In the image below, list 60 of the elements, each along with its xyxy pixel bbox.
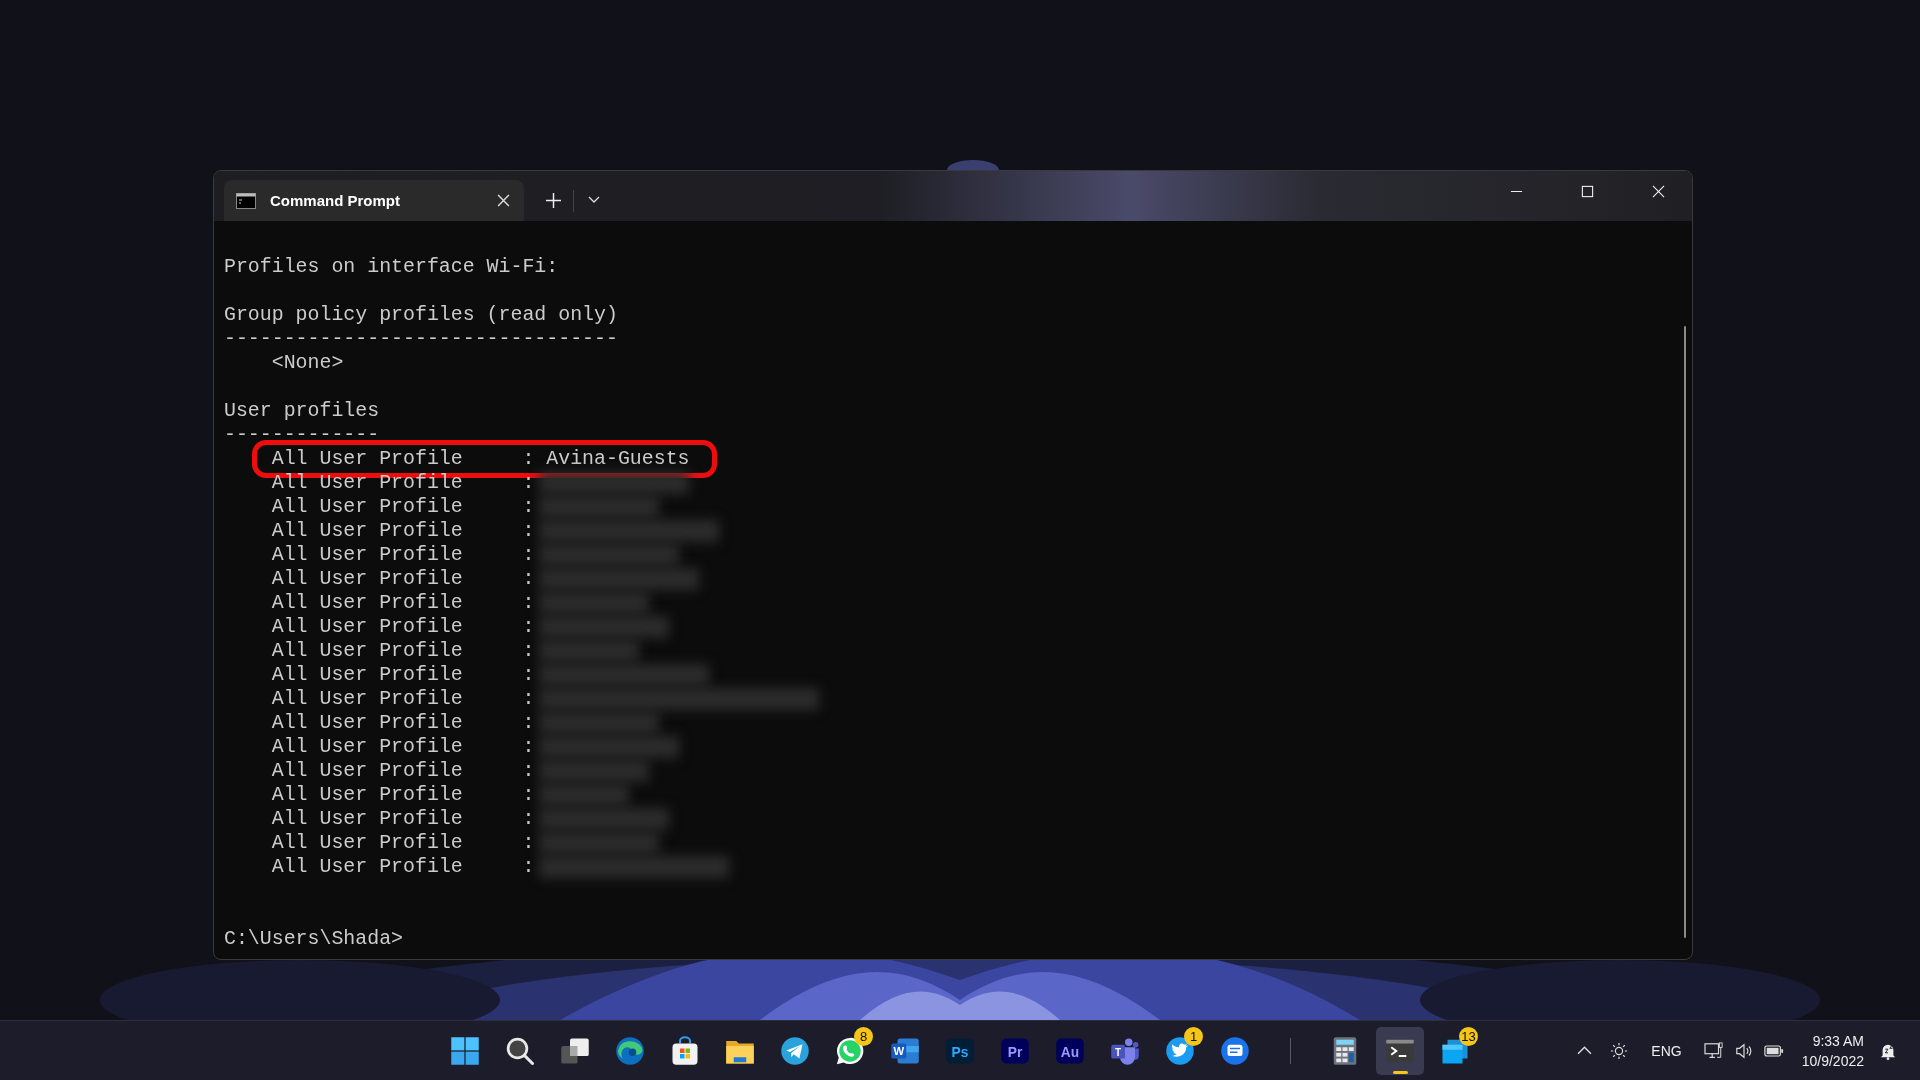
- scrollbar[interactable]: [1684, 326, 1686, 938]
- monitor-icon[interactable]: [1703, 1041, 1724, 1060]
- console-rule: -------------: [224, 423, 380, 447]
- close-icon[interactable]: [497, 194, 510, 207]
- profile-line: All User Profile :: [271, 471, 535, 495]
- profile-line: All User Profile :: [271, 615, 535, 639]
- profile-line: All User Profile :: [271, 759, 535, 783]
- notification-badge: 1: [1184, 1026, 1203, 1046]
- taskbar-button[interactable]: Pr: [991, 1026, 1039, 1075]
- command-prompt[interactable]: C:\Users\Shada>: [224, 927, 404, 951]
- console-text: Profiles on interface Wi-Fi:: [224, 255, 559, 279]
- profile-line: All User Profile :: [271, 687, 535, 711]
- profile-line: All User Profile :: [271, 495, 535, 519]
- chevron-up-icon[interactable]: [1577, 1046, 1593, 1055]
- profile-line: All User Profile :: [271, 591, 535, 615]
- taskbar-separator: [1289, 1037, 1291, 1064]
- plus-icon[interactable]: [546, 193, 561, 208]
- notification-badge: 13: [1459, 1026, 1478, 1046]
- clock-time[interactable]: 9:33 AM: [1812, 1030, 1864, 1051]
- notification-badge: 8: [854, 1026, 873, 1046]
- taskbar-button[interactable]: [1376, 1026, 1424, 1075]
- speaker-icon[interactable]: [1733, 1041, 1754, 1060]
- console-icon: [236, 192, 256, 209]
- profile-line: All User Profile :: [271, 783, 535, 807]
- maximize-icon[interactable]: [1581, 184, 1594, 198]
- console-rule: ---------------------------------: [224, 327, 618, 351]
- taskbar-button[interactable]: 1: [1156, 1026, 1204, 1075]
- console-text: User profiles: [224, 399, 380, 423]
- profile-line: All User Profile :: [271, 735, 535, 759]
- taskbar-button[interactable]: 13: [1431, 1026, 1479, 1075]
- profile-line: All User Profile :: [271, 663, 535, 687]
- close-icon[interactable]: [1652, 184, 1665, 198]
- profile-line: All User Profile :: [271, 855, 535, 879]
- profile-line: All User Profile :: [271, 711, 535, 735]
- search-icon: [505, 1035, 535, 1066]
- console-text: <None>: [271, 351, 344, 375]
- language-indicator[interactable]: ENG: [1651, 1042, 1682, 1059]
- tab[interactable]: Command Prompt: [224, 180, 524, 221]
- taskbar-button[interactable]: W: [881, 1026, 929, 1075]
- taskbar-button[interactable]: 8: [826, 1026, 874, 1075]
- console-text: Group policy profiles (read only): [224, 303, 618, 327]
- tab-title: Command Prompt: [270, 192, 401, 209]
- brightness-icon[interactable]: [1609, 1041, 1630, 1060]
- profile-line: All User Profile :: [271, 639, 535, 663]
- edge-browser-icon: [615, 1035, 645, 1066]
- windows-logo-icon: [450, 1035, 480, 1066]
- profile-line: All User Profile : Avina-Guests: [271, 447, 690, 471]
- profile-line: All User Profile :: [271, 831, 535, 855]
- paper-plane-icon: [780, 1035, 810, 1066]
- profile-line: All User Profile :: [271, 519, 535, 543]
- taskbar-button[interactable]: T: [1101, 1026, 1149, 1075]
- profile-line: All User Profile :: [271, 543, 535, 567]
- taskbar-button[interactable]: Ps: [936, 1026, 984, 1075]
- profile-line: All User Profile :: [271, 807, 535, 831]
- profile-line: All User Profile :: [271, 567, 535, 591]
- shopping-bag-icon: [670, 1035, 700, 1066]
- taskbar-button[interactable]: Au: [1046, 1026, 1094, 1075]
- clock-date[interactable]: 10/9/2022: [1801, 1050, 1864, 1071]
- message-icon: [1220, 1035, 1250, 1066]
- chevron-down-icon[interactable]: [588, 196, 600, 204]
